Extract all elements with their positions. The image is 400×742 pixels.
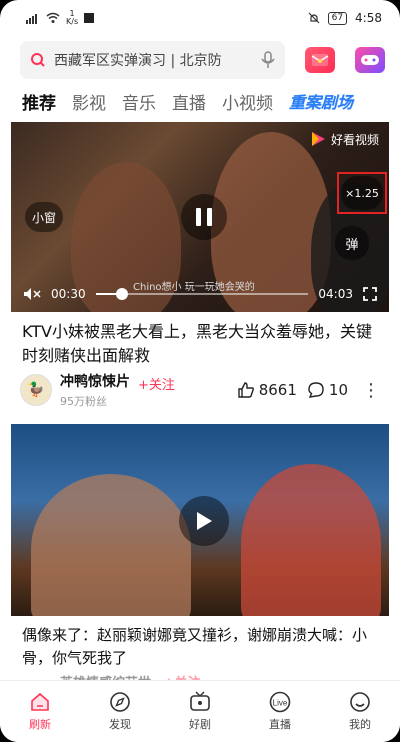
- pause-button[interactable]: [181, 194, 227, 240]
- author-fans: 95万粉丝: [60, 395, 107, 408]
- like-count: 8661: [258, 381, 297, 399]
- author-info: 冲鸭惊悚片 95万粉丝: [60, 371, 130, 409]
- play-button[interactable]: [179, 496, 229, 546]
- author-name[interactable]: 冲鸭惊悚片: [60, 371, 130, 391]
- clock: 4:58: [355, 11, 382, 25]
- mic-icon[interactable]: [261, 51, 275, 69]
- compass-icon: [110, 692, 130, 712]
- progress-knob[interactable]: [115, 288, 128, 300]
- duration: 04:03: [318, 287, 353, 301]
- comment-button[interactable]: 10: [307, 381, 348, 399]
- scene-person: [31, 474, 191, 616]
- comment-icon: [308, 382, 324, 398]
- mute-bell-icon: [308, 12, 320, 24]
- player-controls: 00:30 04:03: [23, 282, 377, 306]
- game-icon: [361, 55, 379, 65]
- mini-window-button[interactable]: 小窗: [25, 202, 63, 232]
- brand-badge: 好看视频: [309, 130, 379, 148]
- nav-discover-label: 发现: [109, 718, 131, 731]
- tab-movies[interactable]: 影视: [72, 89, 106, 114]
- red-envelope-button[interactable]: [305, 47, 335, 73]
- signal-icon: [26, 14, 37, 24]
- bottom-nav: 刷新 发现 好剧 Live 直播 我的: [0, 680, 400, 742]
- like-button[interactable]: 8661: [237, 381, 297, 399]
- category-tabs: 推荐 影视 音乐 直播 小视频 重案剧场: [22, 86, 392, 116]
- speed-highlight-box: [337, 172, 387, 214]
- svg-text:Live: Live: [273, 699, 288, 708]
- nav-profile-label: 我的: [349, 718, 371, 731]
- search-query: 西藏军区实弹演习 | 北京防: [54, 53, 222, 69]
- follow-button[interactable]: +关注: [138, 374, 175, 393]
- battery-indicator: 67: [327, 11, 348, 25]
- author-avatar[interactable]: 🦆: [20, 374, 52, 406]
- tab-recommend[interactable]: 推荐: [22, 89, 56, 114]
- nav-live[interactable]: Live 直播: [250, 691, 310, 732]
- tab-short-video[interactable]: 小视频: [222, 89, 273, 114]
- live-icon: Live: [269, 691, 291, 713]
- fullscreen-icon[interactable]: [363, 287, 377, 301]
- tv-icon: [190, 691, 210, 711]
- volume-mute-icon[interactable]: [23, 287, 41, 301]
- play-icon: [197, 512, 212, 530]
- scene-person: [241, 464, 381, 616]
- nav-discover[interactable]: 发现: [90, 691, 150, 732]
- search-row: 西藏军区实弹演习 | 北京防: [20, 40, 390, 80]
- video-stats: 8661 10 ⋮: [237, 380, 380, 401]
- app-screen: 1 K/s 67 4:58 西藏军区实弹演习 | 北京防 推荐 影视 音乐 直播…: [0, 0, 400, 742]
- pause-icon: [196, 208, 201, 226]
- search-input[interactable]: 西藏军区实弹演习 | 北京防: [20, 41, 285, 79]
- more-options-icon[interactable]: ⋮: [362, 380, 380, 401]
- nav-drama-label: 好剧: [189, 718, 211, 731]
- mini-window-label: 小窗: [31, 210, 56, 225]
- danmaku-label: 弹: [345, 237, 359, 253]
- nav-live-label: 直播: [269, 718, 291, 731]
- progress-bar[interactable]: [95, 288, 309, 300]
- status-bar: 1 K/s 67 4:58: [0, 0, 400, 36]
- nav-refresh[interactable]: 刷新: [10, 691, 70, 732]
- video-player-1[interactable]: 好看视频 小窗 ×1.25 弹 Chino想小 玩一玩她会哭的 00:30 04…: [11, 122, 389, 312]
- nav-drama[interactable]: 好剧: [170, 691, 230, 732]
- net-rate: 1 K/s: [66, 9, 79, 26]
- current-time: 00:30: [51, 287, 86, 301]
- game-button[interactable]: [355, 47, 385, 73]
- thumbs-up-icon: [238, 382, 254, 398]
- nav-profile[interactable]: 我的: [330, 691, 390, 732]
- tab-crime-theater[interactable]: 重案剧场: [289, 89, 353, 113]
- video-title-1[interactable]: KTV小妹被黑老大看上，黑老大当众羞辱她，关键时刻赌侠出面解救: [22, 320, 382, 368]
- video-title-2[interactable]: 偶像来了：赵丽颖谢娜竟又撞衫，谢娜崩溃大喊：小骨，你气死我了: [22, 624, 382, 670]
- tab-live[interactable]: 直播: [172, 89, 206, 114]
- smile-profile-icon: [350, 692, 370, 712]
- notification-icon: [84, 13, 95, 23]
- wifi-icon: [46, 12, 60, 23]
- video-thumbnail-2[interactable]: [11, 424, 389, 616]
- red-envelope-icon: [311, 54, 329, 66]
- video-meta-1: 🦆 冲鸭惊悚片 95万粉丝 +关注 8661 10 ⋮: [20, 370, 380, 410]
- home-refresh-icon: [31, 692, 49, 711]
- play-logo-icon: [311, 132, 325, 146]
- pause-icon: [207, 208, 212, 226]
- comment-count: 10: [328, 381, 348, 399]
- brand-label: 好看视频: [330, 132, 379, 147]
- danmaku-button[interactable]: 弹: [335, 226, 369, 260]
- tab-music[interactable]: 音乐: [122, 89, 156, 114]
- nav-refresh-label: 刷新: [29, 718, 51, 731]
- search-icon: [31, 53, 45, 67]
